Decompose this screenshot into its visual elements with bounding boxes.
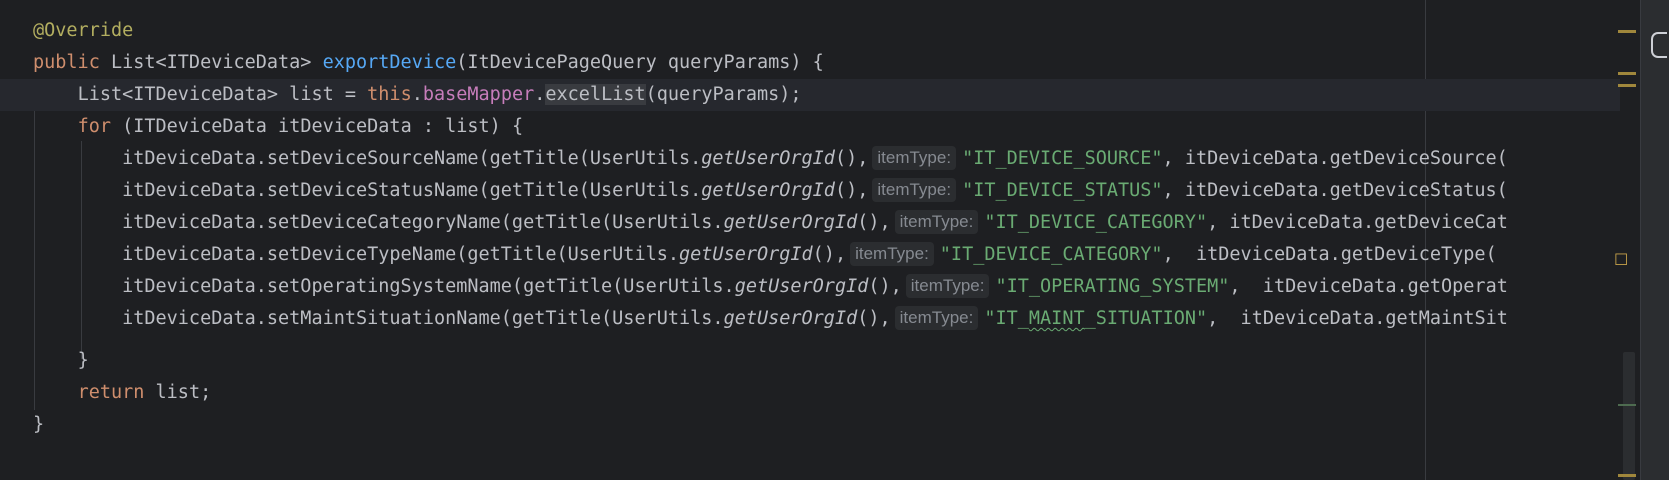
setter-call: itDeviceData.setDeviceSourceName(getTitl…: [33, 148, 702, 169]
code-line[interactable]: itDeviceData.setOperatingSystemName(getT…: [0, 271, 1629, 303]
string-literal: "IT_DEVICE_CATEGORY": [939, 244, 1163, 265]
stripe-mark[interactable]: [1618, 72, 1636, 75]
string-literal: "IT_OPERATING_SYSTEM": [995, 276, 1230, 297]
keyword: for: [77, 116, 111, 137]
field-reference: baseMapper: [422, 84, 535, 105]
code-tail: , itDeviceData.getDeviceCat: [1207, 212, 1508, 233]
parameter-hint: itemType:: [894, 210, 979, 234]
for-header: (ITDeviceData itDeviceData : list) {: [110, 116, 524, 137]
setter-call: itDeviceData.setDeviceStatusName(getTitl…: [33, 180, 702, 201]
string-literal: "IT_MAINT_SITUATION": [984, 308, 1207, 329]
parameter-hint: itemType:: [905, 274, 990, 298]
call-args: (),: [812, 244, 847, 265]
code-editor[interactable]: @Override public List<ITDeviceData> expo…: [0, 0, 1669, 480]
parameter-hint: itemType:: [850, 242, 934, 266]
method-call-highlighted: excelList: [545, 84, 646, 105]
keyword: this: [367, 84, 412, 105]
method-name: exportDevice: [322, 52, 457, 73]
code-tail: , itDeviceData.getOperat: [1229, 276, 1508, 297]
static-call: getUserOrgId: [701, 180, 835, 201]
static-call: getUserOrgId: [734, 276, 869, 297]
stripe-mark[interactable]: [1618, 30, 1636, 33]
call-args: (queryParams);: [645, 84, 802, 105]
call-args: (),: [834, 180, 869, 201]
stripe-mark[interactable]: [1618, 474, 1636, 477]
static-call: getUserOrgId: [679, 244, 813, 265]
dot: .: [411, 84, 423, 105]
keyword: return: [77, 382, 145, 403]
parameter-hint: itemType:: [872, 178, 957, 202]
code-line-current[interactable]: List<ITDeviceData> list = this.baseMappe…: [0, 79, 1629, 111]
code-line[interactable]: itDeviceData.setDeviceStatusName(getTitl…: [0, 175, 1629, 207]
spellcheck-word: MAINT: [1028, 308, 1085, 329]
declaration: List<ITDeviceData> list =: [77, 84, 368, 105]
closing-brace: }: [77, 350, 89, 371]
setter-call: itDeviceData.setDeviceCategoryName(getTi…: [33, 212, 724, 233]
code-line[interactable]: itDeviceData.setDeviceSourceName(getTitl…: [0, 143, 1629, 175]
parameter-hint: itemType:: [894, 306, 979, 330]
stripe-mark[interactable]: [1618, 84, 1636, 87]
static-call: getUserOrgId: [723, 212, 858, 233]
code-tail: , itDeviceData.getDeviceType(: [1162, 244, 1497, 265]
string-literal: "IT_DEVICE_SOURCE": [962, 148, 1163, 169]
stripe-mark[interactable]: [1618, 404, 1636, 406]
code-line[interactable]: public List<ITDeviceData> exportDevice(I…: [0, 47, 1629, 79]
call-args: (),: [834, 148, 869, 169]
annotation: @Override: [33, 20, 134, 41]
string-part: _SITUATION": [1084, 308, 1208, 329]
database-icon[interactable]: [1651, 32, 1667, 58]
call-args: (),: [857, 308, 891, 329]
keyword: public: [33, 52, 100, 73]
code-line[interactable]: itDeviceData.setDeviceCategoryName(getTi…: [0, 207, 1629, 239]
scrollbar-thumb[interactable]: [1623, 352, 1635, 480]
setter-call: itDeviceData.setMaintSituationName(getTi…: [33, 308, 724, 329]
code-line[interactable]: itDeviceData.setDeviceTypeName(getTitle(…: [0, 239, 1629, 271]
string-part: "IT_: [984, 308, 1029, 329]
call-args: (),: [857, 212, 891, 233]
method-params: (ItDevicePageQuery queryParams) {: [456, 52, 824, 73]
setter-call: itDeviceData.setOperatingSystemName(getT…: [33, 276, 735, 297]
setter-call: itDeviceData.setDeviceTypeName(getTitle(…: [33, 244, 680, 265]
todo-icon[interactable]: ☐: [1614, 251, 1628, 269]
return-value: list;: [144, 382, 212, 403]
return-type: List<ITDeviceData>: [99, 52, 323, 73]
code-line[interactable]: }: [0, 345, 1629, 377]
code-tail: , itDeviceData.getMaintSit: [1207, 308, 1508, 329]
static-call: getUserOrgId: [723, 308, 858, 329]
code-line[interactable]: for (ITDeviceData itDeviceData : list) {: [0, 111, 1629, 143]
code-line[interactable]: return list;: [0, 377, 1629, 409]
dot: .: [534, 84, 546, 105]
parameter-hint: itemType:: [872, 146, 957, 170]
right-tool-panel: [1640, 0, 1669, 480]
code-line[interactable]: }: [0, 409, 1629, 441]
string-literal: "IT_DEVICE_STATUS": [962, 180, 1163, 201]
call-args: (),: [868, 276, 902, 297]
closing-brace: }: [33, 414, 45, 435]
code-tail: , itDeviceData.getDeviceStatus(: [1162, 180, 1508, 201]
string-literal: "IT_DEVICE_CATEGORY": [984, 212, 1208, 233]
static-call: getUserOrgId: [701, 148, 835, 169]
code-line[interactable]: @Override: [0, 15, 1629, 47]
code-tail: , itDeviceData.getDeviceSource(: [1162, 148, 1508, 169]
code-line[interactable]: itDeviceData.setMaintSituationName(getTi…: [0, 303, 1629, 335]
